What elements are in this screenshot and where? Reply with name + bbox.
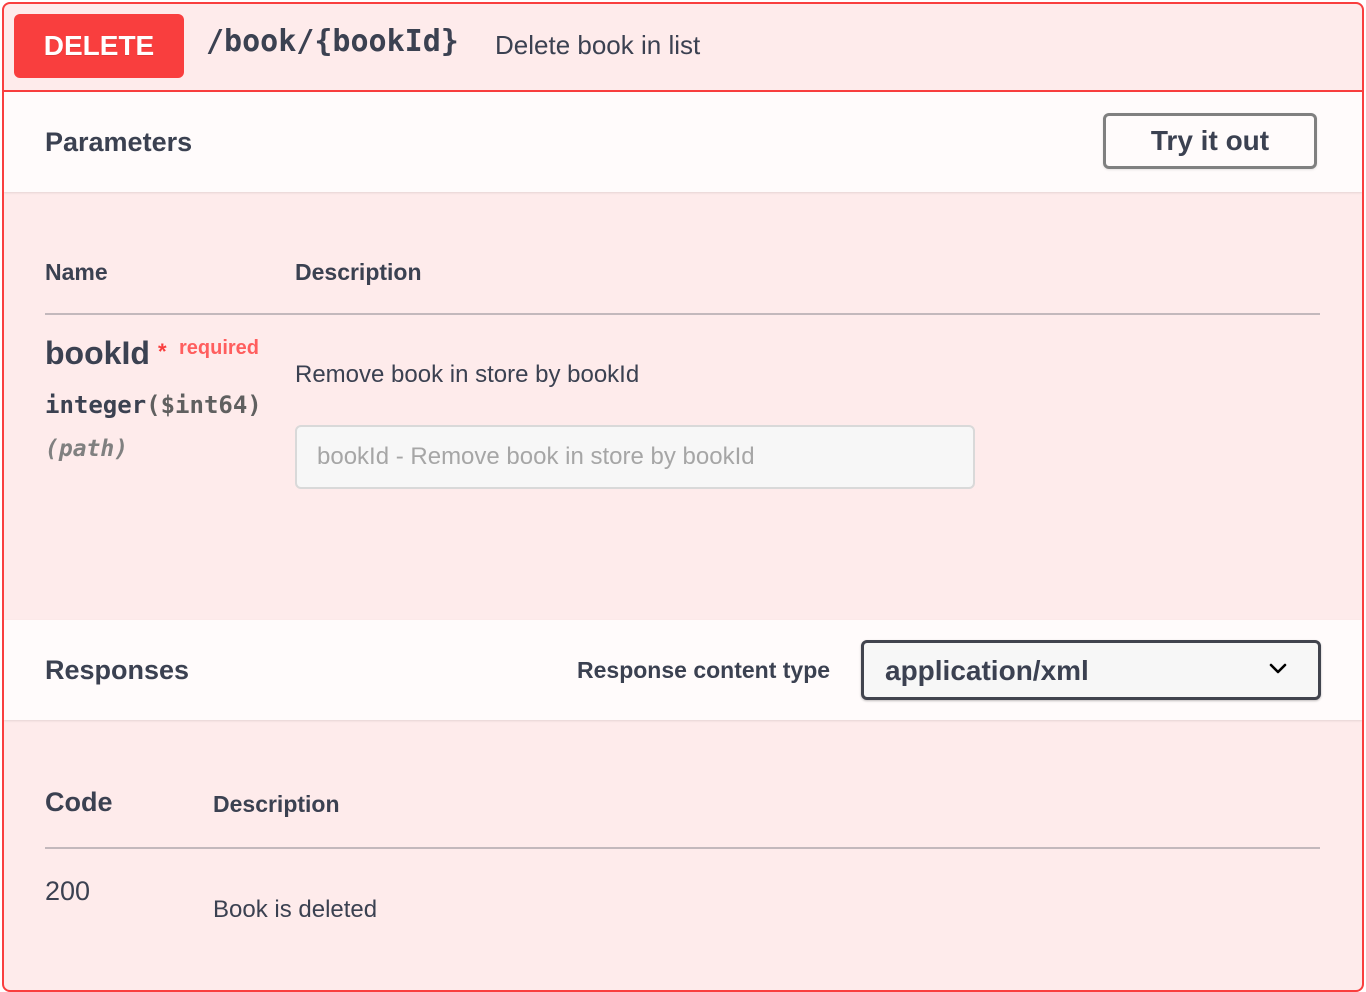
responses-column-code: Code xyxy=(45,787,113,817)
operation-path: /book/{bookId} xyxy=(206,24,459,59)
http-method-badge: DELETE xyxy=(14,14,184,78)
parameters-table-divider xyxy=(45,313,1320,315)
response-code: 200 xyxy=(45,876,91,906)
parameter-type-name: integer xyxy=(45,391,147,419)
responses-column-description: Description xyxy=(213,791,340,817)
operation-summary-description: Delete book in list xyxy=(495,30,701,60)
responses-title: Responses xyxy=(45,655,190,685)
parameters-title: Parameters xyxy=(45,127,193,157)
bookid-input[interactable] xyxy=(295,425,975,489)
response-content-type-label: Response content type xyxy=(577,657,831,683)
required-label: required xyxy=(179,337,260,359)
try-it-out-button[interactable]: Try it out xyxy=(1103,113,1317,169)
parameter-location: (path) xyxy=(45,436,129,462)
required-star: * xyxy=(158,339,167,364)
parameters-header: Parameters Try it out xyxy=(4,92,1362,192)
response-content-type-select[interactable]: application/xml xyxy=(861,640,1321,700)
parameter-name: bookId xyxy=(45,335,150,371)
parameter-type: integer($int64) xyxy=(45,391,262,419)
parameters-column-name: Name xyxy=(45,259,108,285)
operation-block-delete: DELETE /book/{bookId} Delete book in lis… xyxy=(2,2,1364,992)
operation-summary[interactable]: DELETE /book/{bookId} Delete book in lis… xyxy=(4,4,1362,92)
response-description: Book is deleted xyxy=(213,896,378,923)
chevron-down-icon xyxy=(1269,663,1287,674)
parameter-type-format: ($int64) xyxy=(146,391,262,419)
responses-header: Responses Response content type applicat… xyxy=(4,620,1362,720)
parameter-description: Remove book in store by bookId xyxy=(295,361,640,388)
parameters-column-description: Description xyxy=(295,259,422,285)
responses-table-divider xyxy=(45,847,1320,849)
response-content-type-value: application/xml xyxy=(885,655,1089,686)
